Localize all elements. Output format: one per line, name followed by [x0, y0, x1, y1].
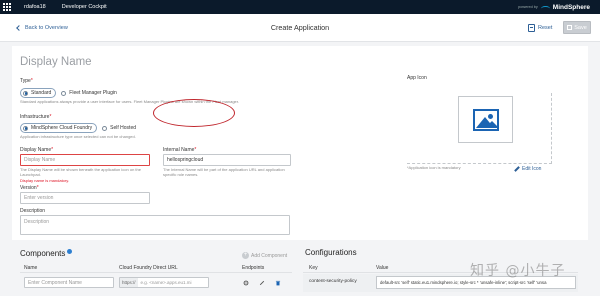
infra-cloud-foundry-label: MindSphere Cloud Foundry — [31, 125, 93, 131]
type-label: Type* — [20, 78, 33, 84]
internal-name-label-text: Internal Name — [163, 147, 195, 153]
edit-icon-label: Edit Icon — [522, 166, 542, 172]
display-name-label-text: Display Name — [20, 147, 52, 153]
component-url-input[interactable]: https:// e.g. <name>.apps.eu1.mi — [119, 277, 209, 288]
components-title: Components — [20, 249, 73, 258]
config-col-value: Value — [376, 265, 389, 271]
app-launcher-icon[interactable] — [0, 0, 14, 14]
infrastructure-label-text: Infrastructure — [20, 114, 50, 120]
app-name[interactable]: Developer Cockpit — [62, 4, 107, 10]
edit-pencil-icon[interactable] — [259, 280, 265, 286]
configurations-title: Configurations — [305, 248, 357, 257]
infrastructure-label: Infrastructure* — [20, 114, 52, 120]
type-standard-radio[interactable]: Standard — [20, 88, 57, 98]
brand-logo: powered by MindSphere — [518, 0, 590, 14]
infrastructure-help: Application infrastructure type once sel… — [20, 134, 136, 139]
type-fleet-manager-label: Fleet Manager Plugin — [69, 90, 117, 96]
type-label-text: Type — [20, 78, 31, 84]
version-label: Version* — [20, 185, 39, 191]
config-col-key: Key — [309, 265, 318, 271]
component-name-placeholder: Enter Component Name — [28, 279, 82, 286]
radio-selected-icon — [23, 125, 28, 131]
top-bar: rdafoa18 Developer Cockpit powered by Mi… — [0, 0, 600, 14]
url-prefix: https:// — [120, 278, 138, 287]
save-button[interactable]: Save — [563, 21, 591, 34]
components-divider — [20, 272, 292, 273]
radio-selected-icon — [23, 90, 28, 96]
config-value: default-src 'self' static.eu1.mindsphere… — [380, 280, 547, 285]
description-label: Description — [20, 208, 46, 214]
info-icon[interactable] — [67, 249, 73, 254]
type-radio-group: Standard Fleet Manager Plugin — [20, 88, 119, 98]
mindsphere-logo-icon — [540, 6, 550, 11]
internal-name-label: Internal Name* — [163, 147, 197, 153]
config-key: content-security-policy — [309, 279, 357, 284]
type-fleet-manager-radio[interactable]: Fleet Manager Plugin — [59, 89, 119, 97]
components-title-text: Components — [20, 249, 66, 258]
infra-cloud-foundry-radio[interactable]: MindSphere Cloud Foundry — [20, 123, 98, 133]
reset-label: Reset — [538, 24, 553, 31]
radio-unselected-icon — [102, 125, 108, 131]
watermark: 知乎 @小牛子 — [470, 263, 566, 279]
page-title: Create Application — [270, 23, 330, 32]
page-header: Back to Overview Create Application Rese… — [0, 14, 600, 42]
internal-name-value: hellospringcloud — [167, 157, 204, 163]
tenant-name: rdafoa18 — [24, 4, 46, 10]
infra-self-hosted-label: Self Hosted — [110, 125, 137, 131]
delete-icon[interactable] — [275, 280, 281, 286]
reset-button[interactable]: Reset — [528, 21, 552, 34]
display-name-input[interactable]: Display Name — [20, 154, 150, 166]
reset-icon — [528, 23, 535, 32]
infra-self-hosted-radio[interactable]: Self Hosted — [100, 124, 139, 132]
display-name-help: The Display Name will be shown beneath t… — [20, 167, 141, 177]
save-label: Save — [574, 24, 587, 31]
pencil-icon — [514, 166, 520, 172]
add-component-label: Add Component — [251, 252, 288, 259]
add-component-button[interactable]: + Add Component — [242, 252, 287, 259]
description-placeholder: Description — [24, 219, 50, 225]
version-input[interactable]: Enter version — [20, 192, 150, 204]
display-name-heading: Display Name — [20, 56, 92, 68]
components-col-name: Name — [24, 265, 38, 271]
app-icon-preview[interactable] — [458, 96, 513, 143]
brand-name: MindSphere — [552, 3, 590, 11]
app-icon-label: App Icon — [407, 75, 427, 81]
app-icon-note: *Application icon is mandatory — [407, 165, 461, 170]
component-name-input[interactable]: Enter Component Name — [24, 277, 114, 288]
plus-icon: + — [242, 252, 249, 259]
display-name-label: Display Name* — [20, 147, 54, 153]
save-icon — [567, 25, 573, 30]
type-standard-label: Standard — [31, 90, 52, 96]
settings-icon[interactable] — [243, 280, 249, 286]
infrastructure-radio-group: MindSphere Cloud Foundry Self Hosted — [20, 123, 139, 133]
edit-icon-link[interactable]: Edit Icon — [514, 166, 541, 172]
display-name-placeholder: Display Name — [24, 157, 56, 163]
annotation-circle — [153, 99, 235, 127]
display-name-error: Display name is mandatory. — [20, 178, 70, 183]
internal-name-input[interactable]: hellospringcloud — [163, 154, 291, 166]
version-label-text: Version — [20, 185, 37, 191]
version-placeholder: Enter version — [24, 195, 54, 201]
description-textarea[interactable]: Description — [20, 215, 290, 235]
component-url-placeholder: e.g. <name>.apps.eu1.mi — [140, 280, 192, 285]
image-placeholder-icon — [472, 108, 499, 131]
type-help: Standard applications always provide a u… — [20, 99, 240, 104]
radio-unselected-icon — [61, 90, 67, 96]
components-col-endpoints: Endpoints — [242, 265, 265, 271]
internal-name-help: The Internal Name will be part of the ap… — [163, 167, 285, 177]
powered-by-text: powered by — [518, 5, 538, 9]
components-col-url: Cloud Foundry Direct URL — [119, 265, 178, 271]
